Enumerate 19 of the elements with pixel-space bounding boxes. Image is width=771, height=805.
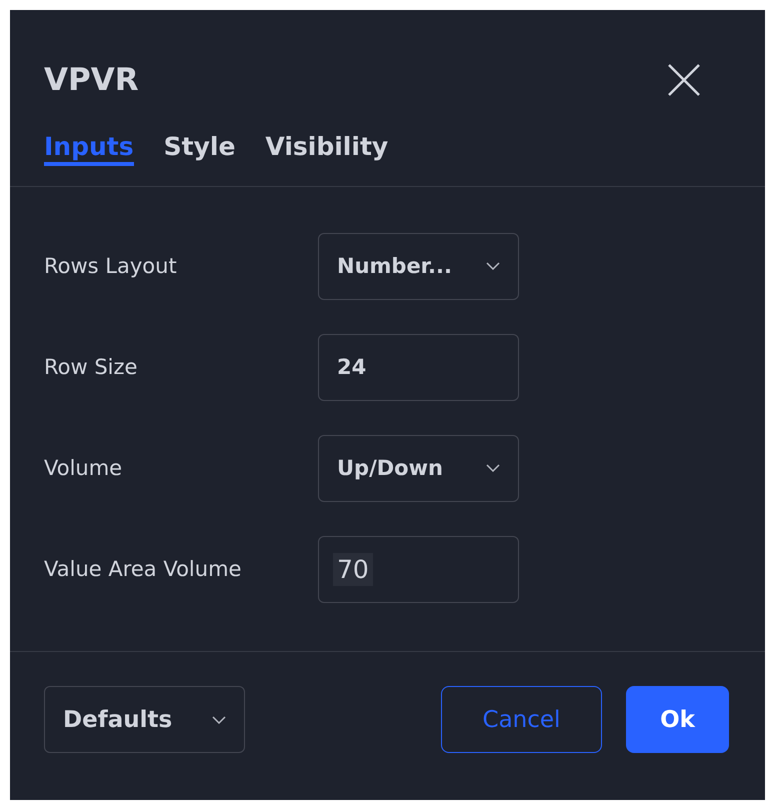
input-field[interactable]: 70 [318,536,519,602]
caret-icon [486,262,500,270]
field-label: Volume [44,456,124,480]
dropdown[interactable]: Up/Down [318,434,519,502]
tab[interactable]: Style [164,132,236,166]
caret-icon [486,464,500,472]
field-label: Rows Layout [44,254,178,278]
dropdown-value: Number... [337,254,452,278]
dialog-title: VPVR [44,62,139,98]
field-label: Row Size [44,355,138,379]
defaults-dropdown[interactable]: Defaults [44,686,245,753]
close-icon[interactable] [667,63,701,97]
dropdown[interactable]: Number... [318,232,519,300]
dropdown-value: Up/Down [337,456,443,480]
field-label: Value Area Volume [44,557,242,581]
input-field[interactable]: 24 [318,334,519,400]
ok-button[interactable]: Ok [626,686,729,753]
tab[interactable]: Visibility [265,132,388,166]
caret-icon [212,716,226,724]
